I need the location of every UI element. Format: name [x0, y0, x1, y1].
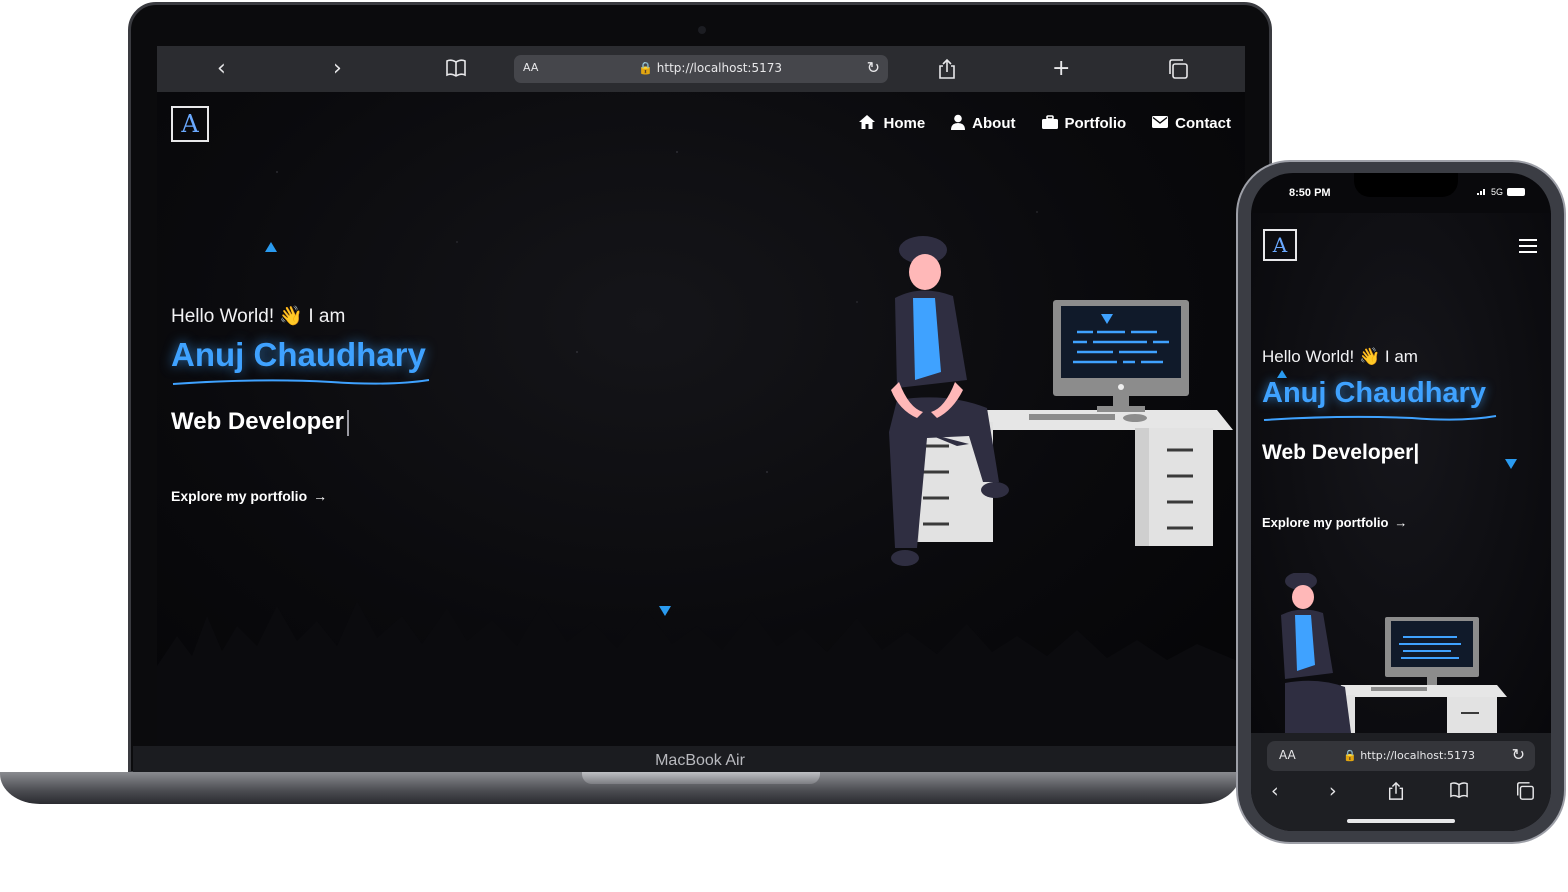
- phone-decor-triangle-down: [1505, 459, 1517, 469]
- developer-desk-illustration: [889, 236, 1233, 566]
- phone-forward-icon[interactable]: ›: [1329, 781, 1337, 801]
- nav-about-label: About: [972, 115, 1016, 132]
- decor-triangle-down: [659, 606, 671, 616]
- phone-text-size-button[interactable]: AA: [1279, 748, 1296, 762]
- lock-icon: 🔒: [638, 61, 653, 75]
- phone-address-bar[interactable]: AA 🔒 http://localhost:5173 ↻: [1267, 741, 1535, 771]
- typing-cursor: [346, 409, 349, 436]
- reload-icon[interactable]: ↻: [867, 58, 880, 77]
- address-bar[interactable]: AA 🔒 http://localhost:5173 ↻: [514, 55, 888, 83]
- device-label: MacBook Air: [655, 752, 745, 769]
- device-mockup-stage: ‹ › AA 🔒 http://localhost:5173 ↻ + A Hom…: [0, 0, 1568, 892]
- laptop-camera: [698, 26, 706, 34]
- tabs-icon[interactable]: [1167, 58, 1189, 86]
- site-logo[interactable]: A: [171, 106, 209, 142]
- network-label: 5G: [1490, 187, 1503, 197]
- user-icon: [951, 114, 966, 133]
- phone-hero-name: Anuj Chaudhary: [1262, 377, 1486, 409]
- phone-url-text: 🔒 http://localhost:5173: [1343, 749, 1475, 762]
- home-indicator: [1347, 819, 1455, 823]
- name-underline-swoosh: [172, 379, 430, 385]
- back-icon[interactable]: ‹: [217, 57, 226, 81]
- signal-icon: [1476, 187, 1487, 197]
- phone-back-icon[interactable]: ‹: [1271, 781, 1279, 801]
- hero-name: Anuj Chaudhary: [171, 336, 426, 373]
- nav-home-label: Home: [883, 115, 926, 132]
- nav-about[interactable]: About: [951, 114, 1016, 133]
- phone-name-underline-swoosh: [1263, 415, 1497, 421]
- phone-explore-label: Explore my portfolio: [1262, 515, 1389, 530]
- nav-home[interactable]: Home: [858, 114, 925, 133]
- forest-silhouette: [157, 601, 1245, 746]
- phone-developer-illustration: [1281, 573, 1507, 733]
- text-size-button[interactable]: AA: [523, 61, 538, 74]
- url-text: 🔒 http://localhost:5173: [638, 61, 782, 75]
- phone-site-logo[interactable]: A: [1263, 229, 1297, 261]
- phone-explore-portfolio-link[interactable]: Explore my portfolio →: [1262, 515, 1407, 530]
- explore-label: Explore my portfolio: [171, 488, 308, 504]
- share-icon[interactable]: [937, 58, 957, 86]
- phone-portfolio-site: A Hello World! 👋 I am Anuj Chaudhary Web…: [1251, 213, 1551, 733]
- phone-reload-icon[interactable]: ↻: [1512, 745, 1525, 764]
- laptop-hinge-notch: [582, 772, 820, 784]
- phone-hero-greeting: Hello World! 👋 I am: [1262, 347, 1418, 366]
- hamburger-menu-icon[interactable]: [1519, 239, 1537, 257]
- laptop-chin: MacBook Air: [133, 746, 1267, 774]
- phone-bookmarks-icon[interactable]: [1449, 781, 1469, 803]
- phone-hero-role: Web Developer|: [1262, 441, 1420, 464]
- browser-toolbar: ‹ › AA 🔒 http://localhost:5173 ↻ +: [157, 46, 1245, 92]
- phone-browser-bar: AA 🔒 http://localhost:5173 ↻ ‹ ›: [1251, 733, 1551, 831]
- decor-triangle-up: [265, 242, 277, 252]
- explore-portfolio-link[interactable]: Explore my portfolio →: [171, 488, 327, 504]
- phone-tabs-icon[interactable]: [1515, 781, 1535, 805]
- nav-contact[interactable]: Contact: [1152, 114, 1231, 133]
- portfolio-site: A Home About Portfolio Contact Hello Wor…: [157, 92, 1245, 746]
- hero-greeting: Hello World! 👋 I am: [171, 306, 346, 327]
- new-tab-icon[interactable]: +: [1052, 57, 1070, 81]
- laptop-screen: ‹ › AA 🔒 http://localhost:5173 ↻ + A Hom…: [157, 46, 1245, 746]
- phone-url-value: http://localhost:5173: [1360, 749, 1475, 762]
- url-value: http://localhost:5173: [656, 61, 782, 75]
- battery-icon: [1507, 188, 1525, 196]
- briefcase-icon: [1041, 114, 1058, 133]
- nav-portfolio[interactable]: Portfolio: [1041, 114, 1127, 133]
- phone-screen: 8:50 PM 5G A Hello World! 👋 I am Anuj Ch…: [1251, 173, 1551, 831]
- arrow-right-icon: →: [313, 488, 328, 504]
- status-indicators: 5G: [1476, 187, 1525, 197]
- phone-arrow-right-icon: →: [1394, 515, 1408, 530]
- nav-portfolio-label: Portfolio: [1064, 115, 1127, 132]
- status-time: 8:50 PM: [1289, 187, 1331, 199]
- envelope-icon: [1152, 116, 1169, 131]
- hero-role-text: Web Developer: [171, 408, 344, 435]
- phone-lock-icon: 🔒: [1343, 749, 1357, 762]
- bookmarks-icon[interactable]: [445, 58, 467, 84]
- forward-icon[interactable]: ›: [333, 57, 342, 81]
- phone-share-icon[interactable]: [1387, 781, 1405, 805]
- nav-contact-label: Contact: [1175, 115, 1231, 132]
- hero-role: Web Developer: [171, 408, 349, 436]
- home-icon: [858, 114, 876, 133]
- main-nav: Home About Portfolio Contact: [858, 114, 1231, 133]
- phone-notch: [1354, 173, 1458, 197]
